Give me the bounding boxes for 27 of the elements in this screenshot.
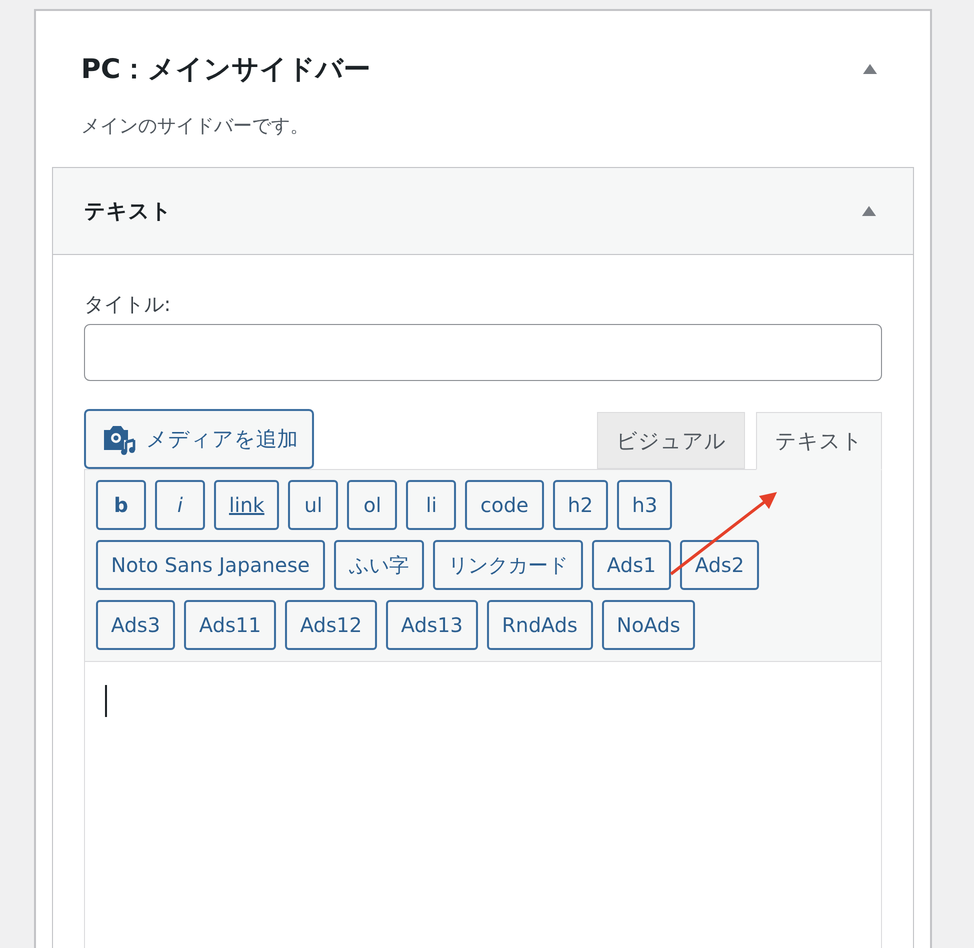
toolbar-button[interactable]: ul — [288, 480, 338, 530]
toolbar-button[interactable]: ol — [347, 480, 398, 530]
toolbar-button[interactable]: b — [96, 480, 146, 530]
toolbar-button[interactable]: RndAds — [486, 600, 593, 650]
toolbar-button[interactable]: i — [155, 480, 205, 530]
toolbar-button[interactable]: Ads1 — [592, 540, 672, 590]
toolbar-button[interactable]: li — [406, 480, 456, 530]
toolbar-button[interactable]: link — [214, 480, 280, 530]
sidebar-description: メインのサイドバーです。 — [81, 114, 310, 139]
widget-title: テキスト — [84, 198, 172, 225]
toolbar-button[interactable]: Ads12 — [285, 600, 377, 650]
sidebar-title: PC：メインサイドバー — [81, 53, 371, 87]
toolbar-button[interactable]: Ads13 — [386, 600, 478, 650]
toolbar-button[interactable]: ふい字 — [334, 540, 424, 590]
toolbar-button[interactable]: Ads2 — [680, 540, 760, 590]
editor-tab[interactable]: テキスト — [756, 412, 882, 470]
toolbar-button[interactable]: h2 — [552, 480, 608, 530]
toolbar-button[interactable]: code — [465, 480, 544, 530]
field-label: タイトル: — [84, 291, 172, 318]
toolbar-button[interactable]: リンクカード — [432, 540, 583, 590]
toolbar-button[interactable]: Ads11 — [184, 600, 276, 650]
toolbar-button[interactable]: Ads3 — [96, 600, 176, 650]
toolbar-button[interactable]: NoAds — [602, 600, 696, 650]
toolbar-button[interactable]: h3 — [617, 480, 672, 530]
add-media-button[interactable]: メディアを追加 — [84, 409, 314, 469]
editor-tab[interactable]: ビジュアル — [597, 412, 745, 469]
toolbar-button[interactable]: Noto Sans Japanese — [96, 540, 325, 590]
